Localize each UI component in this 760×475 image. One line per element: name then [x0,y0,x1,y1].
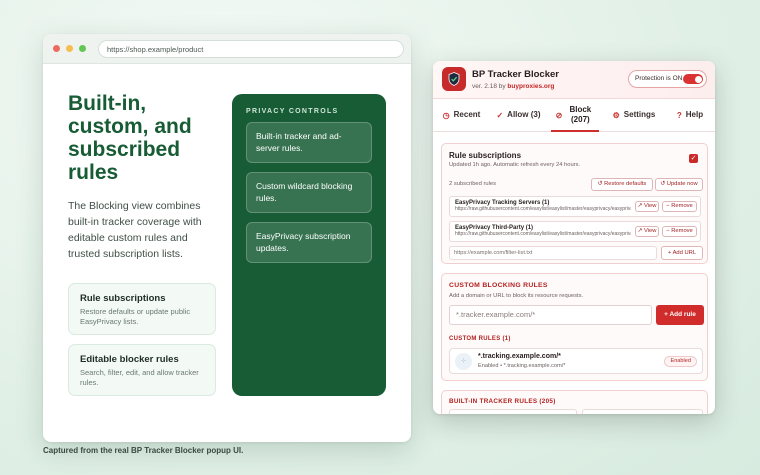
subscription-item: EasyPrivacy Third-Party (1) https://raw.… [449,221,701,242]
subscription-item: EasyPrivacy Tracking Servers (1) https:/… [449,196,701,217]
custom-rules-list-heading: CUSTOM RULES (1) [449,336,511,342]
restore-defaults-button[interactable]: ↺ Restore defaults [591,178,653,191]
app-logo-icon [442,67,466,91]
popup-tabs: ◷ Recent ✓ Allow (3) ⊘ Block (207) ⚙ Set… [433,99,715,132]
app-version: ver. 2.18 by buyproxies.org [472,83,554,90]
browser-toolbar: https://shop.example/product [43,34,411,64]
subscription-url: https://raw.githubusercontent.com/easyli… [455,231,631,237]
add-url-button[interactable]: + Add URL [661,246,703,260]
view-button[interactable]: ↗ View [635,226,659,237]
extension-popup: BP Tracker Blocker ver. 2.18 by buyproxi… [433,61,715,414]
tab-label: Block (207) [569,105,592,124]
popup-header: BP Tracker Blocker ver. 2.18 by buyproxi… [433,61,715,99]
app-name: BP Tracker Blocker [472,69,559,80]
view-button[interactable]: ↗ View [635,201,659,212]
feature-card-title: Editable blocker rules [80,354,179,365]
tab-help[interactable]: ? Help [665,99,715,131]
browser-window: https://shop.example/product Built-in, c… [43,34,411,442]
protection-label: Protection is ON [635,75,683,82]
rule-status-badge[interactable]: Enabled [664,356,697,367]
add-rule-button[interactable]: + Add rule [656,305,704,325]
update-now-button[interactable]: ↺ Update now [655,178,703,191]
tab-label: Help [685,110,704,119]
remove-button[interactable]: − Remove [662,226,697,237]
address-bar[interactable]: https://shop.example/product [98,39,404,58]
custom-rules-heading: CUSTOM BLOCKING RULES [449,282,548,289]
feature-card-editable-rules: Editable blocker rules Search, filter, e… [68,344,216,396]
privacy-item: Built-in tracker and ad-server rules. [246,122,372,163]
subscription-url-input[interactable]: https://example.com/filter-list.txt [449,246,657,260]
rule-meta: Enabled • *.tracking.example.com/* [478,363,566,369]
maximize-window-dot[interactable] [79,45,86,52]
tab-recent[interactable]: ◷ Recent [433,99,490,131]
feature-card-desc: Search, filter, edit, and allow tracker … [80,368,199,387]
privacy-controls-panel: PRIVACY CONTROLS Built-in tracker and ad… [232,94,386,396]
subscriptions-checkbox[interactable]: ✓ [689,154,698,163]
subscriptions-section: Rule subscriptions Updated 1h ago. Autom… [441,143,708,264]
hero-description: The Blocking view combines built-in trac… [68,200,202,260]
hero-title: Built-in, custom, and subscribed rules [68,92,192,184]
tab-label: Settings [623,110,656,119]
privacy-controls-heading: PRIVACY CONTROLS [246,108,339,115]
screenshot-caption: Captured from the real BP Tracker Blocke… [43,446,244,455]
tab-block[interactable]: ⊘ Block (207) [547,99,603,132]
builtin-rules-heading: BUILT-IN TRACKER RULES (205) [449,398,556,405]
subscriptions-updated: Updated 1h ago. Automatic refresh every … [449,162,581,168]
tab-label: Allow (3) [507,110,541,119]
privacy-item: Custom wildcard blocking rules. [246,172,372,213]
help-icon: ? [676,110,682,120]
custom-rules-desc: Add a domain or URL to block its resourc… [449,293,584,299]
tab-settings[interactable]: ⚙ Settings [603,99,665,131]
close-window-dot[interactable] [53,45,60,52]
rule-pattern-icon: ⁘ [455,353,472,370]
subscriptions-count: 2 subscribed rules [449,181,497,187]
privacy-item: EasyPrivacy subscription updates. [246,222,372,263]
builtin-filter-select[interactable] [582,409,703,414]
gear-icon: ⚙ [612,110,620,120]
version-text: ver. 2.18 by [472,83,506,90]
clock-icon: ◷ [442,110,450,120]
subscriptions-title: Rule subscriptions [449,151,522,160]
tab-label: Recent [453,110,481,119]
builtin-rules-section: BUILT-IN TRACKER RULES (205) [441,390,708,414]
custom-rule-input[interactable]: *.tracker.example.com/* [449,305,652,325]
feature-card-title: Rule subscriptions [80,293,166,304]
protection-toggle[interactable]: Protection is ON [628,70,707,88]
tab-allow[interactable]: ✓ Allow (3) [490,99,547,131]
remove-button[interactable]: − Remove [662,201,697,212]
rule-pattern: *.tracking.example.com/* [478,353,561,360]
custom-rules-section: CUSTOM BLOCKING RULES Add a domain or UR… [441,273,708,381]
custom-rule-row[interactable]: ⁘ *.tracking.example.com/* Enabled • *.t… [449,348,703,374]
minimize-window-dot[interactable] [66,45,73,52]
vendor-link[interactable]: buyproxies.org [507,83,554,90]
check-icon: ✓ [496,110,504,120]
feature-card-subscriptions: Rule subscriptions Restore defaults or u… [68,283,216,335]
builtin-search-input[interactable] [449,409,577,414]
feature-card-desc: Restore defaults or update public EasyPr… [80,307,191,326]
toggle-switch-icon[interactable] [683,74,703,84]
block-icon: ⊘ [555,110,563,120]
subscription-url: https://raw.githubusercontent.com/easyli… [455,206,631,212]
